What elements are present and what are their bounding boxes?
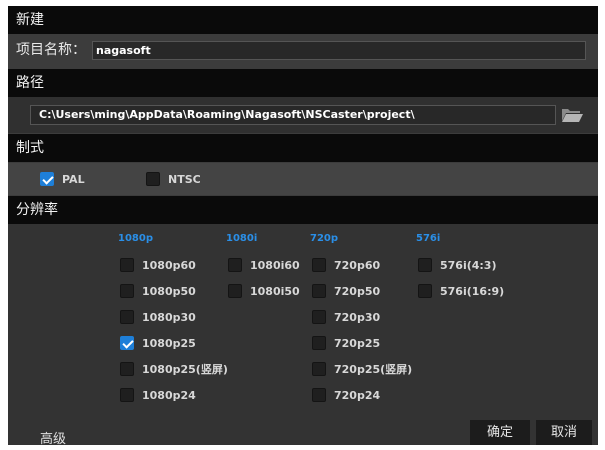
checkbox[interactable] bbox=[120, 258, 134, 272]
checkbox[interactable] bbox=[120, 310, 134, 324]
resolution-option[interactable]: 720p30 bbox=[312, 309, 380, 325]
checkbox[interactable] bbox=[312, 258, 326, 272]
column-header-720p: 720p bbox=[310, 233, 339, 244]
format-section-header: 制式 bbox=[8, 134, 598, 162]
column-header-1080i: 1080i bbox=[226, 233, 258, 244]
format-option-label: NTSC bbox=[168, 172, 201, 186]
folder-open-icon[interactable] bbox=[560, 106, 584, 124]
resolution-option-label: 720p30 bbox=[334, 310, 381, 324]
resolution-option-label: 1080p30 bbox=[142, 310, 196, 324]
checkbox[interactable] bbox=[312, 284, 326, 298]
checkbox[interactable] bbox=[120, 362, 134, 376]
resolution-option-label: 1080p60 bbox=[142, 258, 196, 272]
resolution-option[interactable]: 1080p24 bbox=[120, 387, 196, 403]
resolution-option-label: 1080p24 bbox=[142, 388, 196, 402]
checkbox[interactable] bbox=[120, 388, 134, 402]
checkbox[interactable] bbox=[120, 336, 134, 350]
path-section-header: 路径 bbox=[8, 69, 598, 97]
resolution-option-label: 720p60 bbox=[334, 258, 381, 272]
resolution-option-label: 1080p25 bbox=[142, 336, 196, 350]
resolution-option-label: 720p24 bbox=[334, 388, 381, 402]
checkbox[interactable] bbox=[312, 362, 326, 376]
checkbox[interactable] bbox=[312, 388, 326, 402]
resolution-option-label: 576i(4:3) bbox=[440, 258, 497, 272]
column-header-1080p: 1080p bbox=[118, 233, 153, 244]
checkbox[interactable] bbox=[312, 310, 326, 324]
resolution-option-label: 1080p50 bbox=[142, 284, 196, 298]
checkbox[interactable] bbox=[120, 284, 134, 298]
resolution-option-label: 720p25(竖屏) bbox=[334, 363, 413, 376]
format-option-label: PAL bbox=[62, 172, 85, 186]
resolution-option-label: 1080i60 bbox=[250, 258, 300, 272]
checkbox[interactable] bbox=[40, 172, 54, 186]
project-name-row: 项目名称： nagasoft bbox=[8, 35, 598, 65]
dialog-title: 新建 bbox=[8, 6, 598, 34]
format-options: PAL NTSC bbox=[8, 163, 598, 195]
resolution-option[interactable]: 720p50 bbox=[312, 283, 380, 299]
resolution-option-label: 1080p25(竖屏) bbox=[142, 363, 228, 376]
resolution-option-label: 720p25 bbox=[334, 336, 381, 350]
path-row: C:\Users\ming\AppData\Roaming\Nagasoft\N… bbox=[8, 97, 598, 133]
resolution-option[interactable]: 720p24 bbox=[312, 387, 380, 403]
resolution-option[interactable]: 1080p25(竖屏) bbox=[120, 361, 228, 377]
project-name-input[interactable]: nagasoft bbox=[92, 41, 586, 60]
resolution-options: 1080p 1080i 720p 576i 1080p60 1080p50 10… bbox=[8, 224, 598, 445]
checkbox[interactable] bbox=[228, 258, 242, 272]
resolution-option[interactable]: 1080p60 bbox=[120, 257, 196, 273]
resolution-option[interactable]: 720p25(竖屏) bbox=[312, 361, 412, 377]
advanced-link[interactable]: 高级 bbox=[40, 428, 66, 445]
resolution-section-header: 分辨率 bbox=[8, 196, 598, 224]
new-project-dialog: 新建 项目名称： nagasoft 路径 C:\Users\ming\AppDa… bbox=[8, 6, 598, 445]
resolution-option[interactable]: 1080p30 bbox=[120, 309, 196, 325]
resolution-option[interactable]: 576i(4:3) bbox=[418, 257, 497, 273]
checkbox[interactable] bbox=[418, 258, 432, 272]
resolution-option[interactable]: 720p60 bbox=[312, 257, 380, 273]
cancel-button[interactable]: 取消 bbox=[536, 420, 592, 445]
checkbox[interactable] bbox=[146, 172, 160, 186]
checkbox[interactable] bbox=[418, 284, 432, 298]
column-header-576i: 576i bbox=[416, 233, 441, 244]
resolution-option[interactable]: 1080i60 bbox=[228, 257, 300, 273]
resolution-option[interactable]: 576i(16:9) bbox=[418, 283, 504, 299]
resolution-option[interactable]: 1080p25 bbox=[120, 335, 196, 351]
checkbox[interactable] bbox=[228, 284, 242, 298]
resolution-option-label: 576i(16:9) bbox=[440, 284, 505, 298]
resolution-option[interactable]: 1080i50 bbox=[228, 283, 300, 299]
project-name-label: 项目名称： bbox=[16, 42, 86, 58]
checkbox[interactable] bbox=[312, 336, 326, 350]
path-input[interactable]: C:\Users\ming\AppData\Roaming\Nagasoft\N… bbox=[30, 105, 556, 125]
resolution-option[interactable]: 1080p50 bbox=[120, 283, 196, 299]
format-option-ntsc[interactable]: NTSC bbox=[146, 171, 201, 187]
resolution-option[interactable]: 720p25 bbox=[312, 335, 380, 351]
format-option-pal[interactable]: PAL bbox=[40, 171, 85, 187]
ok-button[interactable]: 确定 bbox=[470, 420, 530, 445]
resolution-option-label: 1080i50 bbox=[250, 284, 300, 298]
resolution-option-label: 720p50 bbox=[334, 284, 381, 298]
